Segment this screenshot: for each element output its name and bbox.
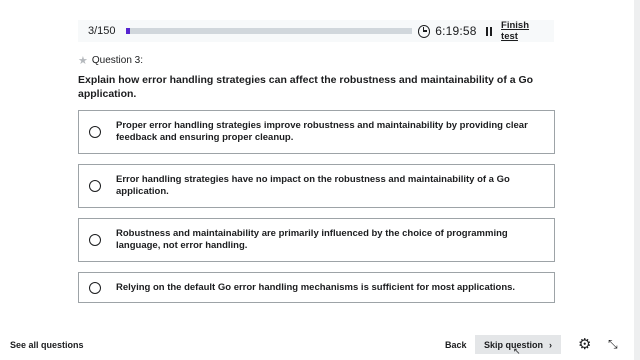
scrollbar-track[interactable] bbox=[634, 0, 640, 360]
answer-option-text: Error handling strategies have no impact… bbox=[116, 174, 510, 197]
question-number-row: ★ Question 3: bbox=[78, 54, 143, 67]
question-number-label: Question 3: bbox=[91, 55, 144, 66]
test-header-bar: 3/150 6:19:58 Finish test bbox=[78, 20, 554, 42]
radio-button[interactable] bbox=[89, 126, 101, 138]
answer-option-1[interactable]: Proper error handling strategies improve… bbox=[78, 110, 555, 154]
radio-button[interactable] bbox=[89, 281, 101, 294]
chevron-right-icon: › bbox=[549, 339, 552, 350]
pause-icon[interactable] bbox=[485, 26, 493, 36]
answer-option-3[interactable]: Robustness and maintainability are prima… bbox=[78, 218, 555, 262]
radio-button[interactable] bbox=[89, 180, 101, 192]
question-progress-count: 3/150 bbox=[88, 25, 116, 37]
progress-bar-fill bbox=[126, 28, 130, 34]
answer-option-2[interactable]: Error handling strategies have no impact… bbox=[78, 164, 555, 208]
radio-button[interactable] bbox=[89, 234, 101, 246]
answer-option-4[interactable]: Relying on the default Go error handling… bbox=[78, 272, 555, 303]
mouse-cursor-icon: ↖ bbox=[513, 346, 521, 356]
progress-bar bbox=[126, 28, 412, 34]
answer-option-text: Proper error handling strategies improve… bbox=[116, 120, 528, 143]
finish-test-link[interactable]: Finish test bbox=[501, 20, 546, 42]
question-prompt: Explain how error handling strategies ca… bbox=[78, 74, 534, 100]
clock-icon bbox=[417, 24, 431, 38]
see-all-questions-link[interactable]: See all questions bbox=[10, 340, 84, 350]
answer-option-text: Relying on the default Go error handling… bbox=[116, 281, 516, 293]
collapse-icon[interactable]: ⤡ bbox=[608, 338, 618, 350]
answer-option-text: Robustness and maintainability are prima… bbox=[116, 228, 508, 251]
gear-icon[interactable]: ⚙ bbox=[578, 337, 591, 352]
timer-display: 6:19:58 bbox=[435, 24, 477, 38]
star-icon[interactable]: ★ bbox=[78, 54, 88, 67]
back-button[interactable]: Back bbox=[445, 340, 467, 350]
